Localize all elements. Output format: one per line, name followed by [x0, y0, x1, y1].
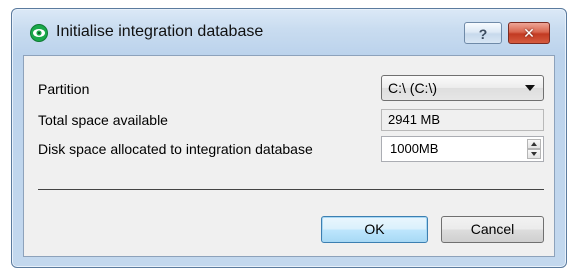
allocated-space-stepper[interactable]: 1000MB	[381, 136, 544, 162]
separator-line	[38, 189, 544, 190]
total-space-label: Total space available	[38, 112, 168, 128]
partition-select-value: C:\ (C:\)	[388, 80, 437, 96]
allocated-space-label: Disk space allocated to integration data…	[38, 141, 313, 157]
help-button[interactable]: ?	[464, 22, 502, 44]
chevron-down-icon	[525, 85, 535, 91]
ok-button[interactable]: OK	[321, 216, 428, 243]
cancel-button[interactable]: Cancel	[441, 216, 544, 243]
eye-icon	[30, 24, 48, 42]
stepper-up-button[interactable]	[527, 139, 541, 149]
stepper-down-button[interactable]	[527, 149, 541, 159]
dialog-window: Initialise integration database ? ✕ Part…	[11, 8, 567, 268]
dialog-title: Initialise integration database	[56, 23, 264, 40]
dialog-body: Partition C:\ (C:\) Total space availabl…	[23, 55, 555, 257]
partition-label: Partition	[38, 81, 90, 97]
partition-select[interactable]: C:\ (C:\)	[381, 75, 544, 101]
stepper-buttons	[527, 139, 541, 159]
title-bar[interactable]: Initialise integration database ? ✕	[12, 9, 566, 53]
close-button[interactable]: ✕	[508, 22, 550, 44]
total-space-value: 2941 MB	[381, 109, 544, 131]
allocated-space-value: 1000MB	[390, 141, 439, 156]
